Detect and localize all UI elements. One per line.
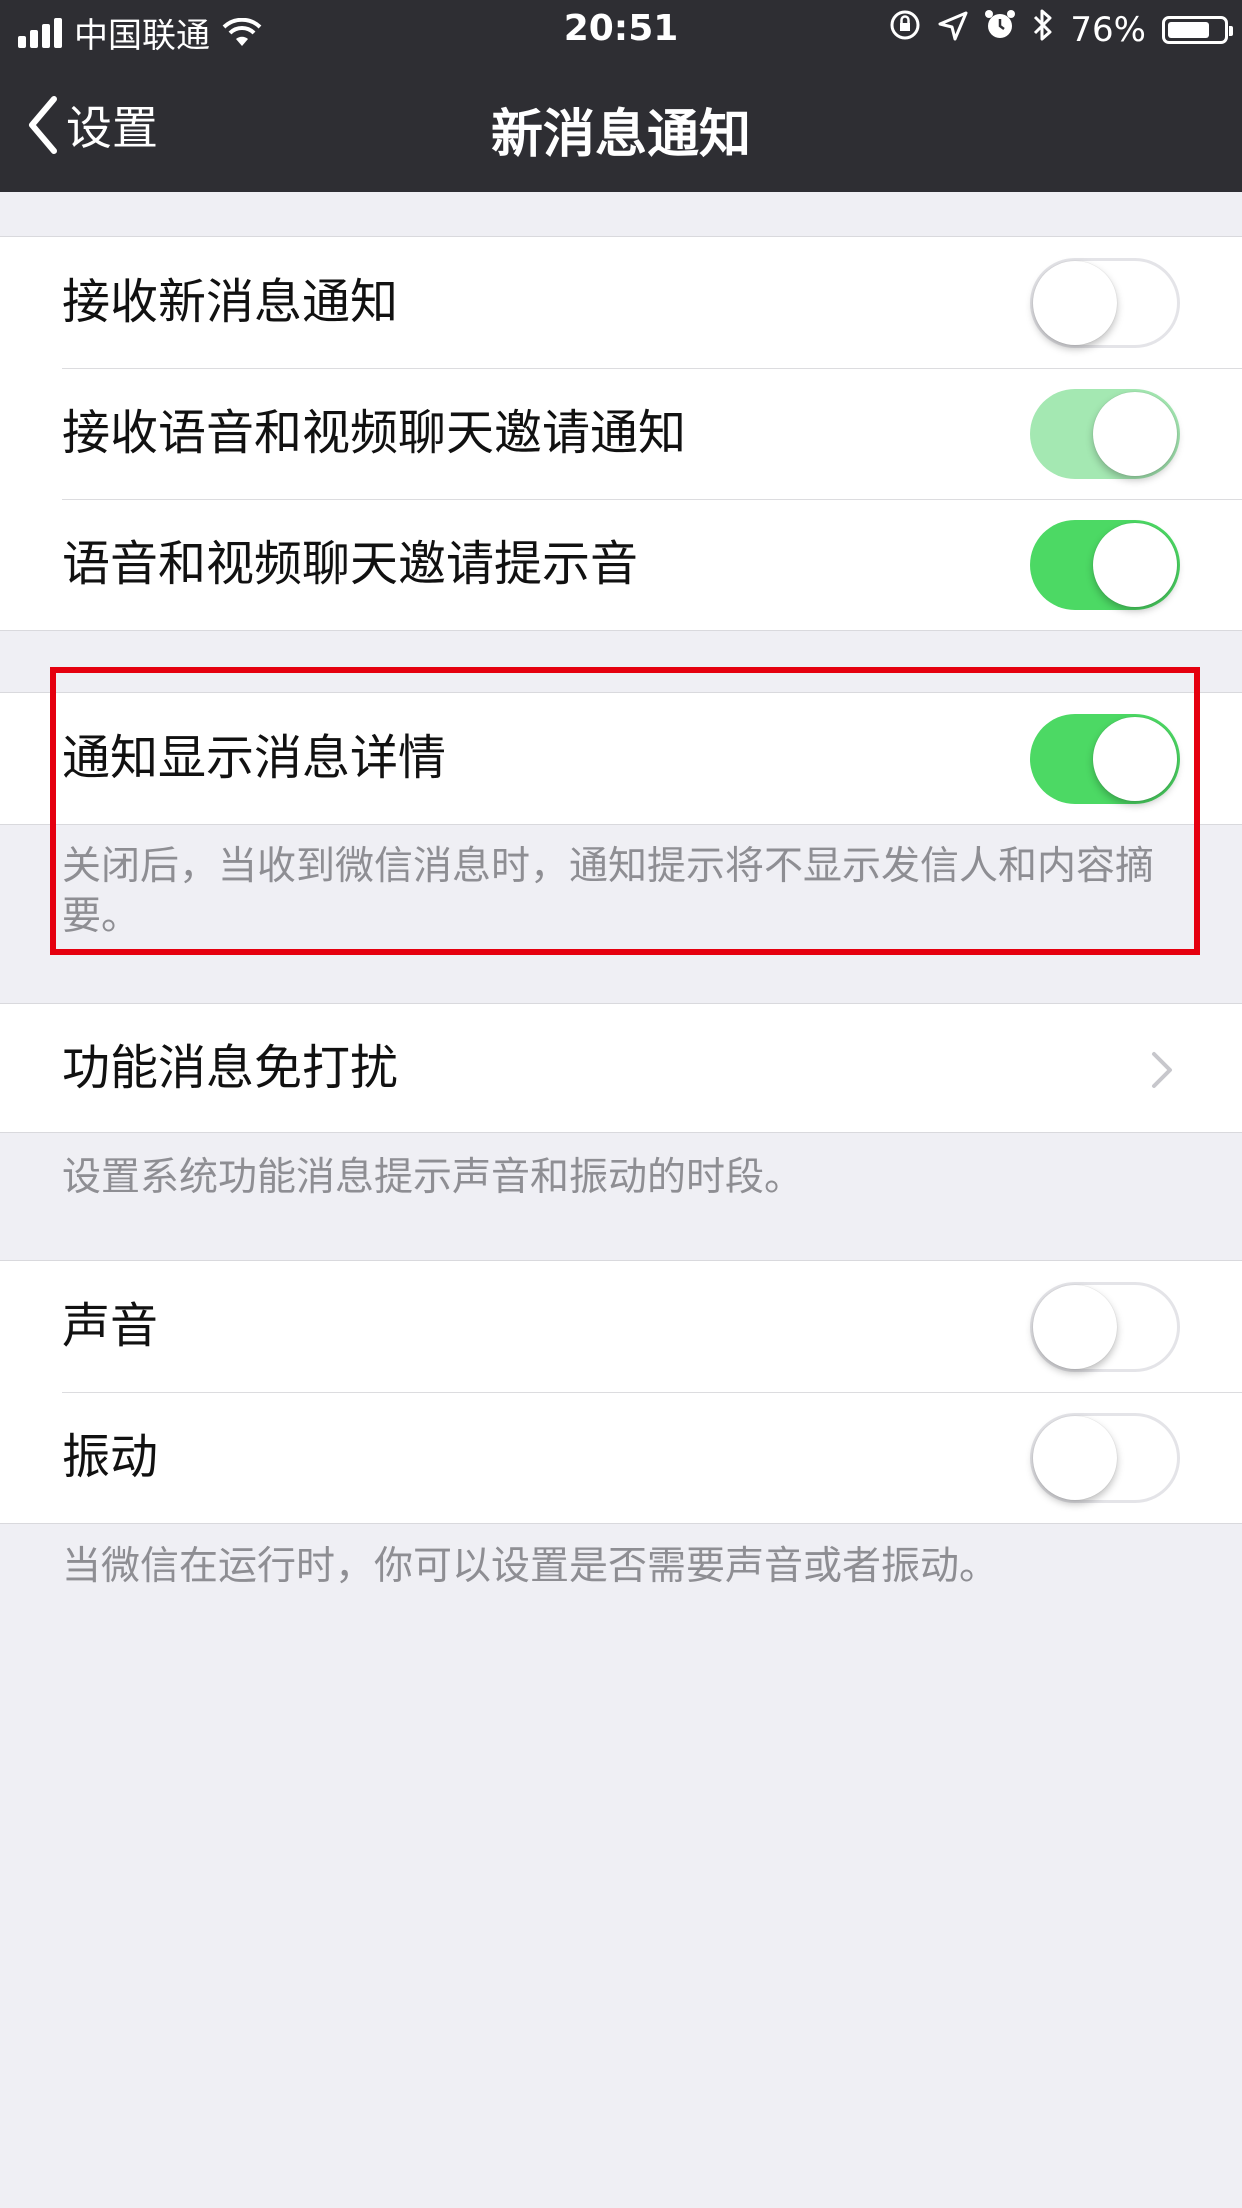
alarm-icon (984, 9, 1016, 50)
row-label: 接收语音和视频聊天邀请通知 (62, 405, 687, 461)
settings-row-vibration: 振动 (0, 1392, 1242, 1523)
battery-fill (1168, 21, 1209, 38)
toggle-call-invitation-notification[interactable] (1030, 389, 1180, 479)
settings-row-call-invitation-sound: 语音和视频聊天邀请提示音 (0, 499, 1242, 630)
settings-row-receive-new-messages: 接收新消息通知 (0, 237, 1242, 368)
chevron-right-icon (1152, 1052, 1172, 1088)
bluetooth-icon (1032, 8, 1054, 51)
highlight-box (50, 667, 1200, 955)
top-bar: 中国联通 20:51 76% 设置 新消息通知 (0, 0, 1242, 192)
status-bar: 中国联通 20:51 76% (0, 0, 1242, 62)
settings-row-do-not-disturb[interactable]: 功能消息免打扰 (0, 1004, 1242, 1132)
settings-row-sound: 声音 (0, 1261, 1242, 1392)
row-label: 接收新消息通知 (62, 274, 399, 330)
rotation-lock-icon (888, 8, 922, 51)
row-label: 语音和视频聊天邀请提示音 (62, 536, 639, 592)
page-title: 新消息通知 (490, 105, 751, 165)
location-icon (938, 10, 968, 50)
toggle-vibration[interactable] (1030, 1413, 1180, 1503)
settings-group-do-not-disturb: 功能消息免打扰 (0, 1003, 1242, 1133)
battery-percent: 76% (1070, 9, 1146, 50)
battery-icon (1162, 15, 1233, 44)
settings-group-notifications: 接收新消息通知 接收语音和视频聊天邀请通知 语音和视频聊天邀请提示音 (0, 236, 1242, 631)
status-right: 76% (888, 8, 1233, 51)
sound-vibration-footnote: 当微信在运行时，你可以设置是否需要声音或者振动。 (62, 1544, 999, 1589)
toggle-receive-new-messages[interactable] (1030, 258, 1180, 348)
settings-group-sound-vibration: 声音 振动 (0, 1260, 1242, 1524)
row-label: 振动 (62, 1429, 159, 1485)
row-label: 功能消息免打扰 (62, 1040, 399, 1096)
toggle-call-invitation-sound[interactable] (1030, 520, 1180, 610)
navigation-bar: 设置 新消息通知 (0, 62, 1242, 192)
toggle-sound[interactable] (1030, 1282, 1180, 1372)
do-not-disturb-footnote: 设置系统功能消息提示声音和振动的时段。 (62, 1155, 804, 1200)
row-label: 声音 (62, 1298, 159, 1354)
settings-row-call-invitation-notification: 接收语音和视频聊天邀请通知 (0, 368, 1242, 499)
